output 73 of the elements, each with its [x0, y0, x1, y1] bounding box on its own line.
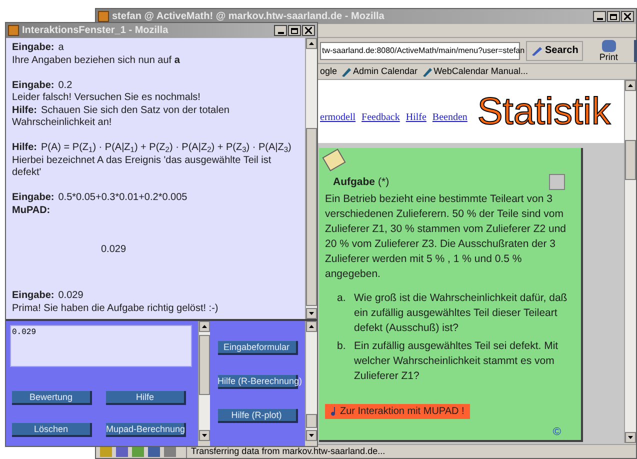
- down-arrow-icon: [309, 434, 314, 437]
- nav-link[interactable]: ermodell: [320, 110, 356, 125]
- up-arrow-icon: [202, 325, 207, 328]
- close-button[interactable]: [302, 25, 315, 36]
- input-field[interactable]: 0.029: [10, 325, 192, 367]
- copyright-label: ©: [552, 425, 561, 440]
- scrollbar[interactable]: [198, 321, 210, 441]
- scroll-down-button[interactable]: [306, 430, 317, 441]
- minimize-button[interactable]: [593, 11, 606, 22]
- down-arrow-icon: [628, 436, 633, 439]
- scroll-thumb[interactable]: [306, 128, 317, 306]
- maximize-button[interactable]: [288, 25, 301, 36]
- action-button[interactable]: Hilfe (R-plot): [218, 409, 298, 423]
- log-line: Eingabe: 0.2: [12, 80, 74, 92]
- scroll-thumb[interactable]: [306, 414, 317, 428]
- action-button[interactable]: Hilfe: [106, 391, 186, 405]
- scrollbar[interactable]: [305, 38, 317, 319]
- scroll-down-button[interactable]: [306, 308, 317, 319]
- scroll-down-button[interactable]: [199, 430, 210, 441]
- log-line: Hierbei bezeichnet A das Ereignis 'das ausgewählte Teil ist defekt': [12, 154, 272, 180]
- up-arrow-icon: [309, 42, 314, 45]
- action-button[interactable]: Löschen: [12, 423, 92, 437]
- difficulty-label: (*): [378, 174, 390, 190]
- scroll-down-button[interactable]: [625, 432, 636, 443]
- nav-link[interactable]: Hilfe: [406, 110, 426, 125]
- nav-link[interactable]: Beenden: [432, 110, 468, 125]
- log-line: Eingabe: a: [12, 42, 65, 54]
- popup-title: InteraktionsFenster_1 - Mozilla: [22, 24, 170, 38]
- result-text: 0.029: [101, 244, 126, 256]
- exercise-text: Ein Betrieb bezieht eine bestimmte Teileart von 3 verschiedenen Zulieferern. 50 % der Teile sind vom Zulieferer Z1, 30 % stammen vom Zulieferer Z2 und 20 % vom Zulieferer Z3. Die Ausschußraten der 3 Zulieferer werden mit 5 % , 1 % und 0.5 % angegeben.: [325, 192, 568, 282]
- log-line: Eingabe: 0.5*0.05+0.3*0.01+0.2*0.005: [12, 192, 188, 204]
- search-button[interactable]: Search: [526, 40, 584, 61]
- list-marker: a.: [337, 291, 347, 306]
- log-line: Eingabe: 0.029: [12, 290, 84, 302]
- scrollbar[interactable]: [624, 80, 636, 443]
- log-line: Prima! Sie haben die Aufgabe richtig gelöst! :-): [12, 302, 220, 315]
- log-line: Hilfe: Schauen Sie sich den Satz von der totalen Wahrscheinlichkeit an!: [12, 104, 230, 130]
- action-button[interactable]: Bewertung: [12, 391, 92, 405]
- action-button[interactable]: Eingabeformular: [218, 341, 298, 355]
- bookmark-link[interactable]: Admin Calendar: [341, 64, 418, 78]
- close-button[interactable]: [621, 11, 634, 22]
- print-button[interactable]: Print: [599, 40, 618, 62]
- nav-link[interactable]: Feedback: [362, 110, 400, 125]
- scroll-thumb[interactable]: [199, 335, 210, 395]
- maximize-button[interactable]: [607, 11, 620, 22]
- up-arrow-icon: [628, 84, 633, 87]
- down-arrow-icon: [309, 312, 314, 315]
- minimize-button[interactable]: [274, 25, 287, 36]
- log-line: Hilfe: P(A) = P(Z$_{1}$) · P(A|Z$_{1}$) + P(Z$_{2}$) · P(A|Z$_{2}$) + P(Z$_{3}$) · P(A|Z$_{3}$): [12, 142, 292, 154]
- bookmark-link[interactable]: ogle: [320, 64, 338, 78]
- action-button[interactable]: Mupad-Berechnung: [106, 423, 186, 437]
- music-note-icon: [331, 407, 337, 416]
- list-marker: b.: [337, 339, 347, 354]
- scroll-up-button[interactable]: [199, 321, 210, 332]
- bookmark-link[interactable]: WebCalendar Manual...: [422, 64, 528, 78]
- course-logo: Statistik: [477, 90, 610, 134]
- question-text: Wie groß ist die Wahrscheinlichkeit dafür, daß ein zufällig ausgewähltes Teil dieser Teileart defekt (Ausschuß) ist?: [354, 291, 568, 336]
- scrollbar[interactable]: [305, 321, 317, 441]
- app-icon: [8, 25, 19, 36]
- log-line: MuPAD:: [12, 204, 52, 217]
- down-arrow-icon: [202, 434, 207, 437]
- scroll-up-button[interactable]: [625, 80, 636, 91]
- mupad-button[interactable]: Zur Interaktion mit MUPAD !: [325, 404, 470, 419]
- scroll-thumb[interactable]: [625, 140, 636, 180]
- window-title: stefan @ ActiveMath! @ markov.htw-saarland.de - Mozilla: [112, 10, 386, 24]
- exercise-title: Aufgabe: [333, 174, 375, 190]
- app-icon: [98, 11, 109, 22]
- log-line: Ihre Angaben beziehen sich nun auf a: [12, 54, 181, 67]
- scroll-up-button[interactable]: [306, 321, 317, 332]
- up-arrow-icon: [309, 325, 314, 328]
- log-line: Leider falsch! Versuchen Sie es nochmals!: [12, 92, 202, 104]
- scroll-up-button[interactable]: [306, 38, 317, 49]
- question-text: Ein zufällig ausgewähltes Teil sei defekt. Mit welcher Wahrscheinlichkeit stammt es vom Zulieferer Z1?: [354, 339, 560, 384]
